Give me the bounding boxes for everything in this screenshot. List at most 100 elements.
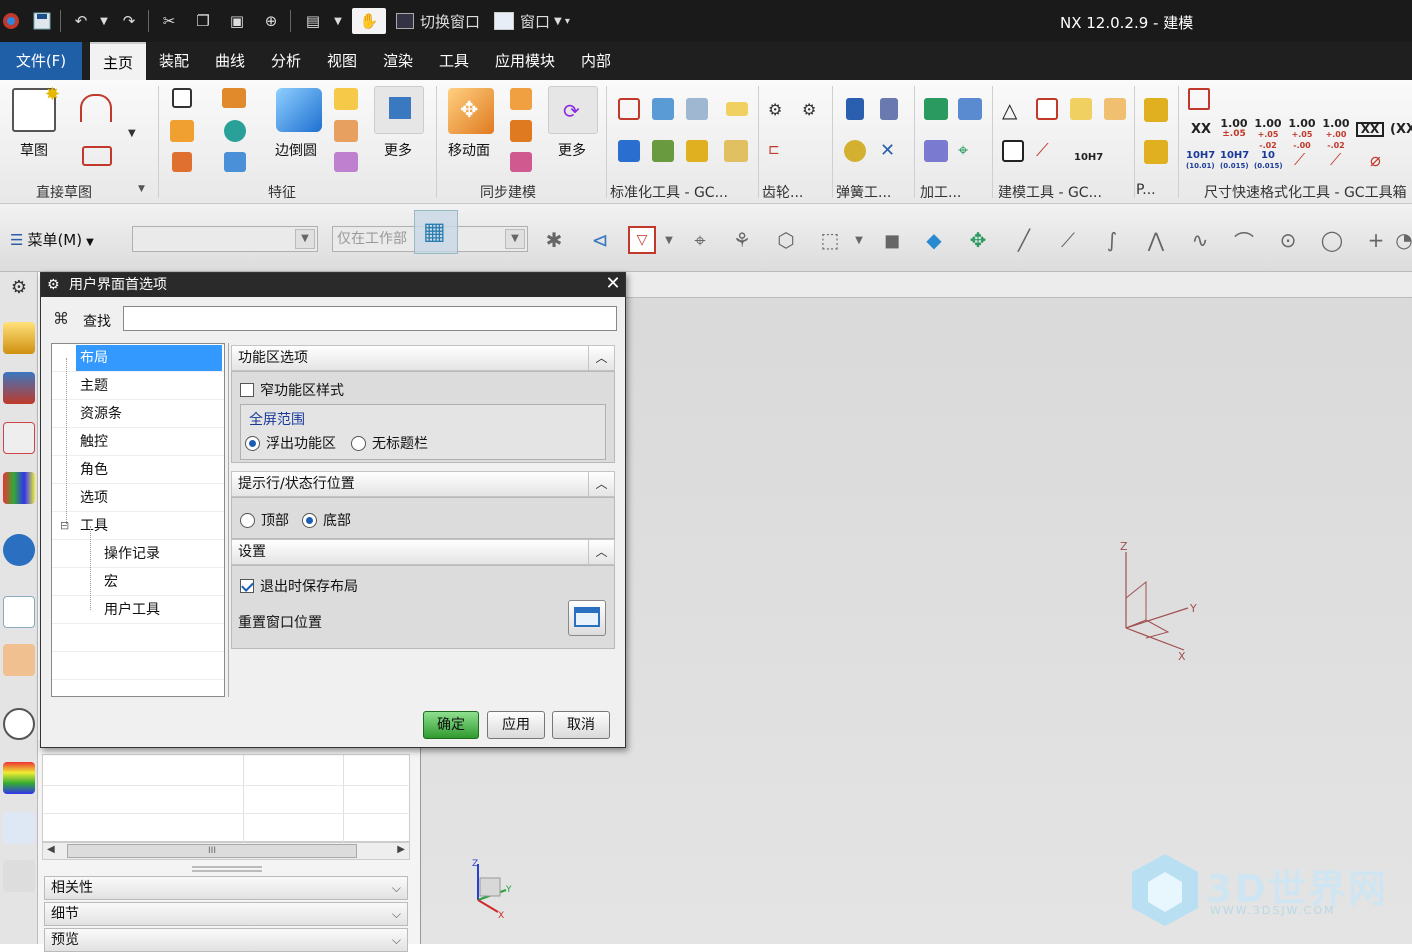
select-tool-2-icon[interactable]: ⊲ — [586, 226, 614, 254]
cube-icon[interactable]: ◆ — [920, 226, 948, 254]
line-icon[interactable]: ╱ — [1010, 226, 1038, 254]
triangle-icon[interactable]: △ — [1002, 98, 1024, 122]
rectangle-icon[interactable] — [82, 146, 112, 166]
tree-item-macro[interactable]: 宏 — [52, 568, 224, 596]
web-browser-icon[interactable] — [3, 596, 35, 628]
ok-button[interactable]: 确定 — [423, 711, 479, 739]
gear-tool-2-icon[interactable]: ⚙ — [802, 100, 824, 119]
more-sync-icon[interactable]: ⟳ — [548, 86, 598, 134]
edge-blend-icon[interactable] — [276, 88, 322, 132]
search-input[interactable] — [123, 306, 617, 331]
tree-item-layout[interactable]: 布局 — [52, 344, 224, 372]
sketch-dropdown-icon[interactable]: ▼ — [128, 128, 142, 142]
save-layout-checkbox[interactable]: 退出时保存布局 — [240, 576, 358, 596]
group-dropdown-icon[interactable]: ▼ — [138, 184, 150, 196]
paste-icon[interactable]: ▣ — [224, 8, 250, 34]
select-tool-3-icon[interactable]: ⚘ — [728, 226, 756, 254]
fit-3[interactable]: 10 (0.015) — [1254, 150, 1283, 172]
select-rectangle-icon[interactable]: ⬚ — [816, 226, 844, 254]
shell-icon[interactable] — [224, 152, 246, 172]
arc-icon[interactable] — [80, 94, 112, 122]
switch-window-button[interactable]: 切换窗口 — [396, 8, 492, 34]
p-tool-2-icon[interactable] — [1144, 140, 1168, 164]
tree-item-options[interactable]: 选项 — [52, 484, 224, 512]
part-navigator-icon[interactable] — [3, 422, 35, 454]
top-radio[interactable]: 顶部 — [240, 510, 289, 530]
dim-format-2-icon[interactable]: ⟋ — [1330, 150, 1354, 170]
spring-tool-1-icon[interactable] — [846, 98, 864, 120]
apply-button[interactable]: 应用 — [487, 711, 545, 739]
window-menu-button[interactable]: 窗口 ▼ ▾ — [494, 8, 584, 34]
spring-tool-3-icon[interactable] — [844, 140, 866, 162]
visualization-icon[interactable] — [3, 762, 35, 794]
tab-curve[interactable]: 曲线 — [208, 42, 252, 80]
cut-icon[interactable]: ✂ — [156, 8, 182, 34]
tol-2[interactable]: 1.00 +.05 -.02 — [1254, 118, 1282, 151]
nx-logo-icon[interactable] — [0, 8, 22, 34]
save-icon[interactable] — [30, 8, 54, 34]
bottom-radio[interactable]: 底部 — [302, 510, 351, 530]
tree-item-resource-bar[interactable]: 资源条 — [52, 400, 224, 428]
more-toolbar-icon[interactable]: ◔ — [1395, 226, 1412, 254]
spring-tool-2-icon[interactable] — [880, 98, 898, 120]
settings-gear-icon[interactable]: ⚙ — [3, 274, 35, 306]
curve-icon[interactable]: ∫ — [1098, 226, 1126, 254]
std-tool-8-icon[interactable] — [724, 140, 748, 162]
hole-icon[interactable] — [224, 120, 246, 142]
roles-icon[interactable] — [3, 860, 35, 892]
cancel-button[interactable]: 取消 — [552, 711, 610, 739]
tree-item-user-tools[interactable]: 用户工具 — [52, 596, 224, 624]
undo-dropdown-icon[interactable]: ▼ — [96, 8, 112, 34]
snap-point-icon[interactable]: ⌖ — [686, 226, 714, 254]
table-icon[interactable] — [1036, 98, 1058, 120]
tab-render[interactable]: 渲染 — [376, 42, 420, 80]
touch-dropdown-icon[interactable]: ▼ — [330, 8, 346, 34]
clock-icon[interactable] — [3, 708, 35, 740]
dim-tool-icon[interactable] — [1188, 88, 1210, 110]
std-tool-5-icon[interactable] — [618, 140, 640, 162]
process-studio-icon[interactable] — [3, 812, 35, 844]
tol-4[interactable]: 1.00 +.00 -.02 — [1322, 118, 1350, 151]
section-dependencies[interactable]: 相关性 ⌵ — [44, 876, 408, 900]
std-tool-7-icon[interactable] — [686, 140, 708, 162]
section-details[interactable]: 细节 ⌵ — [44, 902, 408, 926]
small-10h7-icon[interactable]: 10H7 — [1072, 138, 1103, 164]
status-position-header[interactable]: 提示行/状态行位置 ︿ — [231, 471, 615, 497]
select-filter-dropdown-icon[interactable]: ▼ — [662, 226, 676, 254]
spring-tool-4-icon[interactable]: ✕ — [880, 140, 904, 162]
select-filter-icon[interactable]: ▽ — [628, 226, 656, 254]
unite-icon[interactable] — [172, 152, 192, 172]
close-icon[interactable]: ✕ — [603, 275, 623, 295]
std-tool-1-icon[interactable] — [618, 98, 640, 120]
tol-3[interactable]: 1.00 +.05 -.00 — [1288, 118, 1316, 151]
tree-item-theme[interactable]: 主题 — [52, 372, 224, 400]
copy-icon[interactable]: ❐ — [190, 8, 216, 34]
sketch-icon[interactable]: ✸ — [12, 84, 60, 132]
arc-point-icon[interactable]: ⌒ — [1230, 226, 1258, 254]
diameter-icon[interactable]: ⌀ — [1370, 150, 1392, 172]
machining-2-icon[interactable] — [958, 98, 982, 120]
history-palette-icon[interactable] — [3, 644, 35, 676]
reset-window-button[interactable] — [568, 600, 606, 636]
machining-3-icon[interactable] — [924, 140, 948, 162]
dialog-title-bar[interactable]: ⚙ 用户界面首选项 ✕ — [41, 273, 625, 297]
extrude-icon[interactable] — [170, 120, 194, 142]
float-ribbon-radio[interactable]: 浮出功能区 — [245, 433, 336, 453]
tree-item-roles[interactable]: 角色 — [52, 456, 224, 484]
select-box-icon[interactable]: ⬡ — [772, 226, 800, 254]
std-tool-3-icon[interactable] — [686, 98, 708, 120]
point-icon[interactable]: + — [1362, 226, 1390, 254]
hand-select-icon[interactable]: ✋ — [352, 8, 386, 34]
tol-box[interactable]: XX — [1356, 122, 1384, 137]
tab-home[interactable]: 主页 — [90, 42, 146, 80]
modeling-tool-5-icon[interactable] — [1002, 140, 1024, 162]
assembly-navigator-icon[interactable] — [3, 322, 35, 354]
move-icon[interactable]: ✥ — [964, 226, 992, 254]
line-2-icon[interactable]: ⟋ — [1054, 226, 1082, 254]
solid-body-icon[interactable]: ◼ — [878, 226, 906, 254]
chamfer-icon[interactable] — [334, 88, 358, 110]
trim-body-icon[interactable] — [334, 152, 358, 172]
tab-view[interactable]: 视图 — [320, 42, 364, 80]
draft-icon[interactable] — [334, 120, 358, 142]
circle-icon[interactable]: ◯ — [1318, 226, 1346, 254]
